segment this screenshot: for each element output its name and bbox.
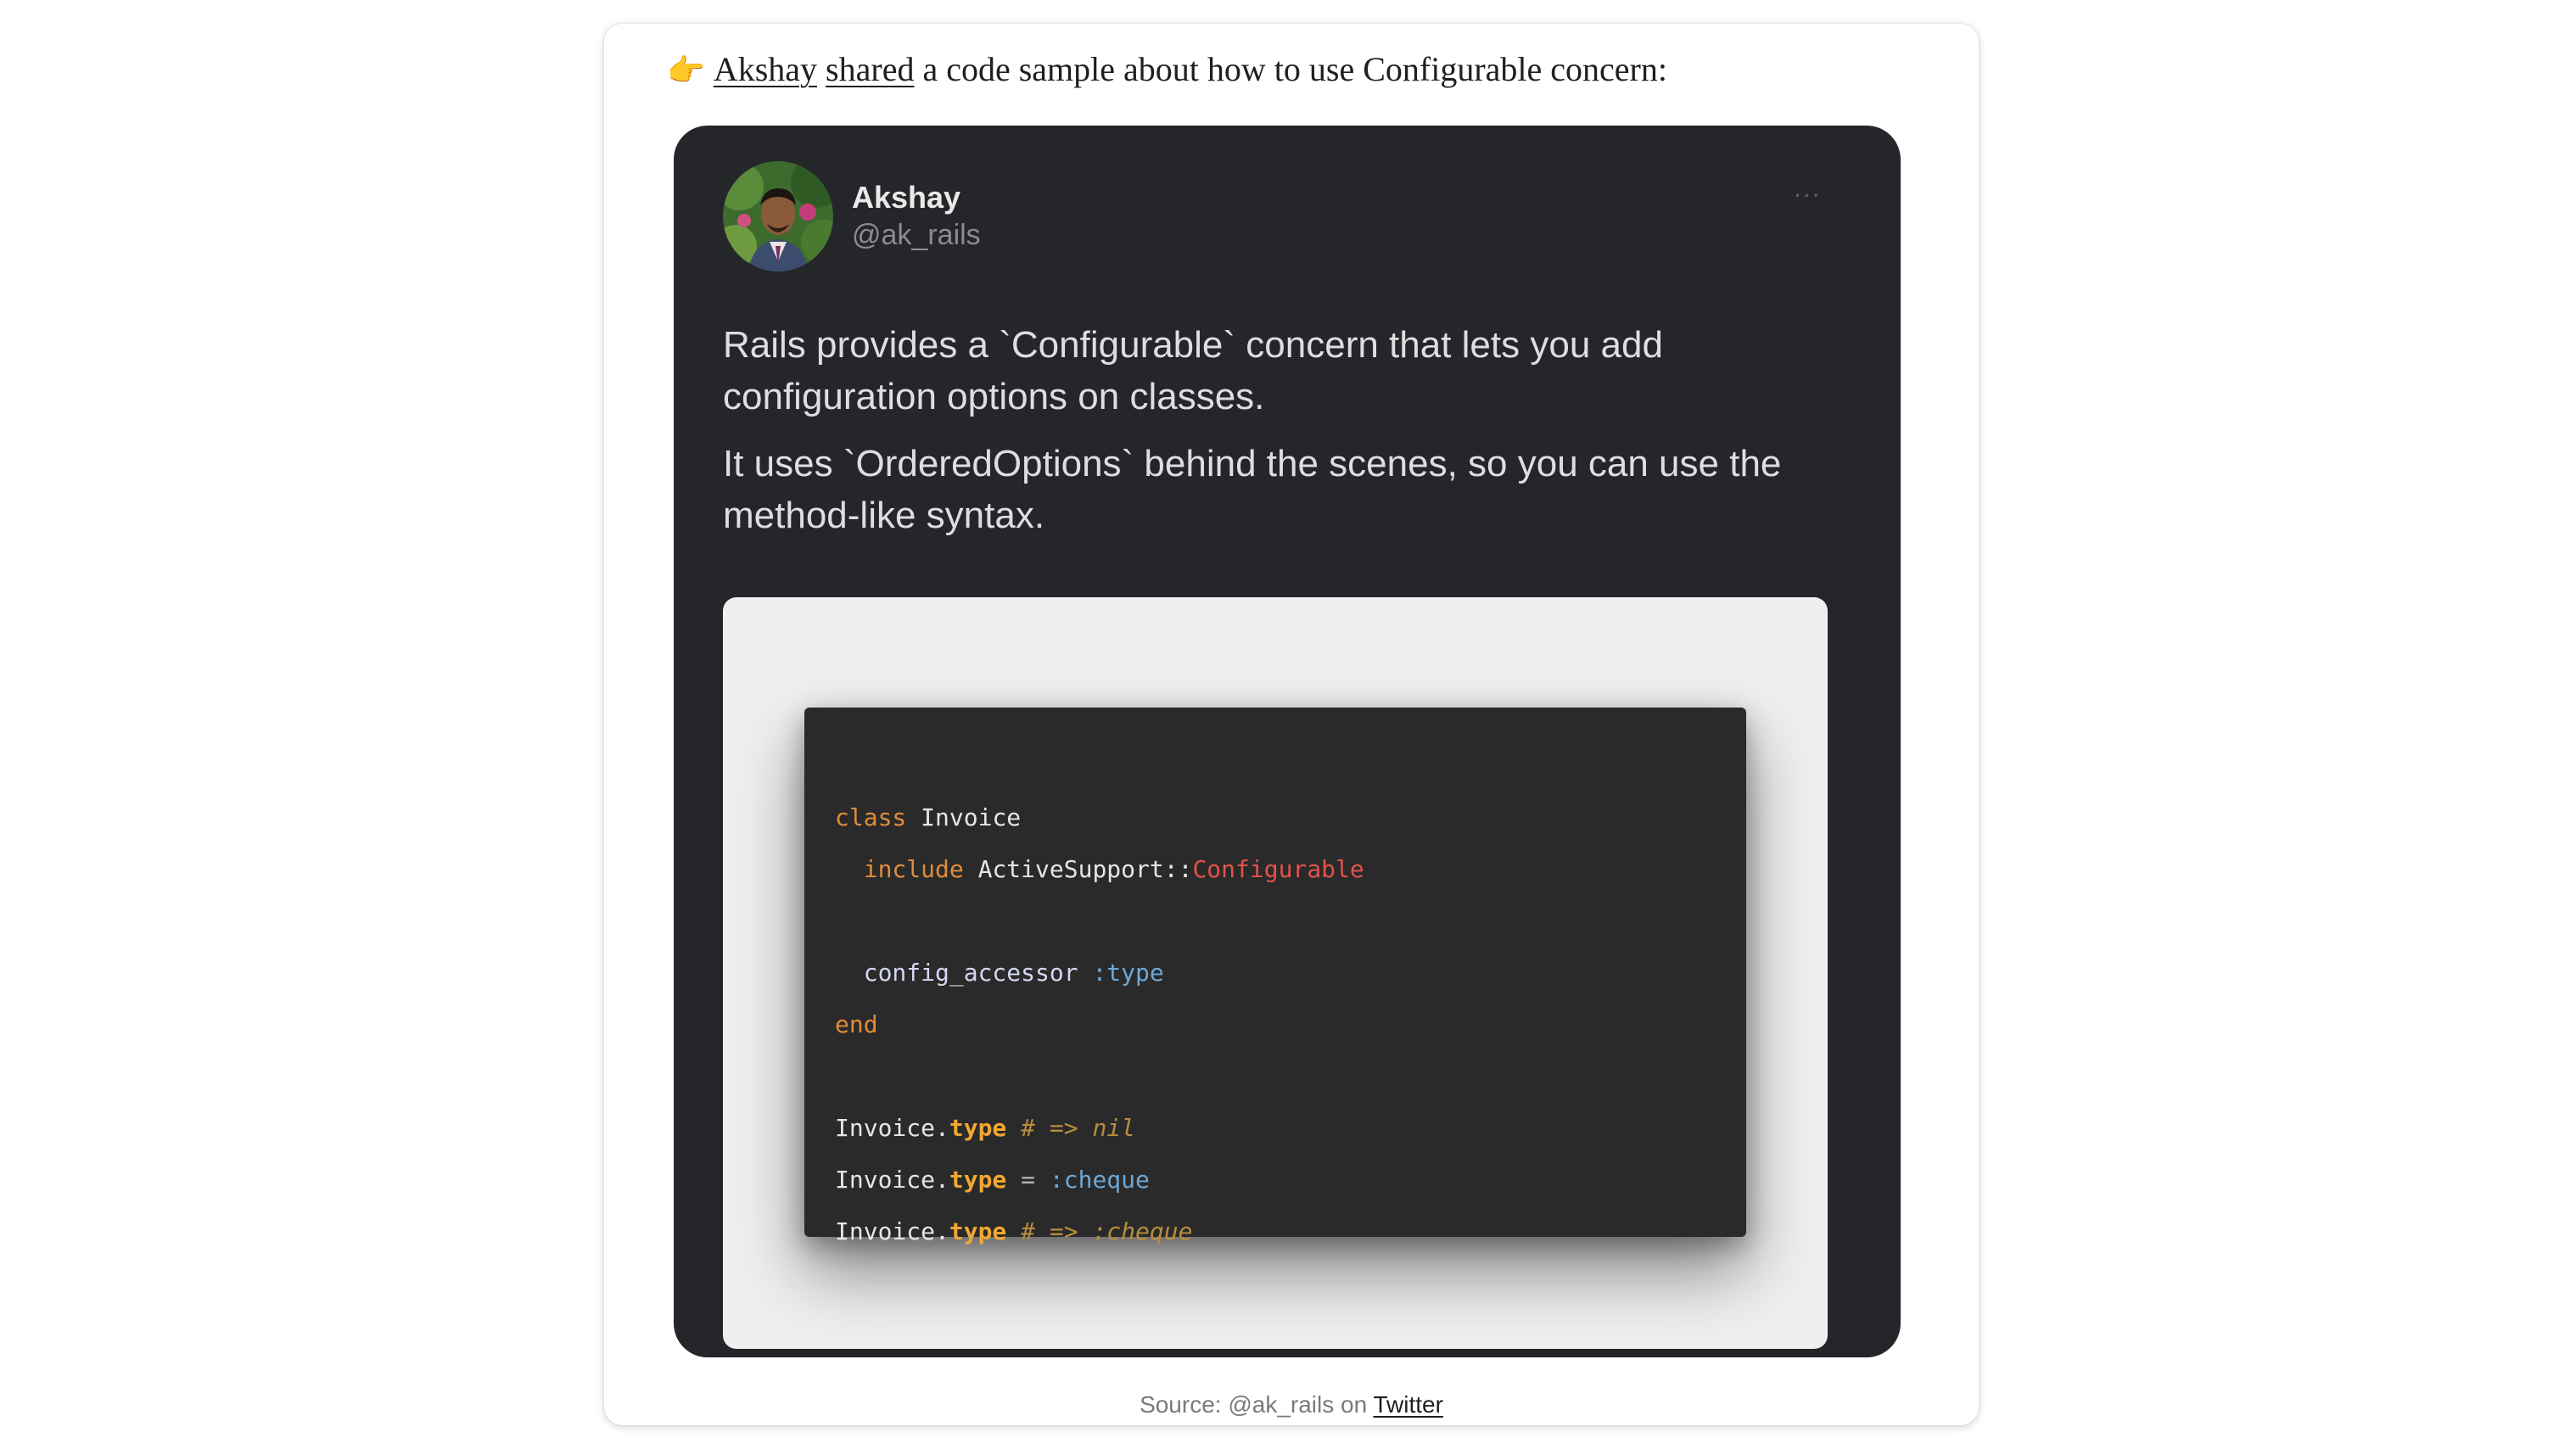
shared-link[interactable]: shared	[826, 50, 914, 88]
tweet-media-image[interactable]: class Invoice include ActiveSupport::Con…	[723, 597, 1828, 1349]
code-line: include ActiveSupport::Configurable	[863, 855, 1364, 883]
source-prefix: Source: @ak_rails on	[1140, 1391, 1374, 1418]
source-caption: Source: @ak_rails on Twitter	[604, 1391, 1979, 1418]
tweet-paragraph: It uses `OrderedOptions` behind the scen…	[723, 443, 1782, 536]
author-handle[interactable]: @ak_rails	[852, 219, 981, 252]
twitter-link[interactable]: Twitter	[1373, 1391, 1442, 1418]
code-line: class Invoice	[835, 803, 1022, 831]
code-line: Invoice.type # => :cheque	[835, 1217, 1193, 1245]
author-name[interactable]: Akshay	[852, 180, 960, 215]
intro-text: 👉 Akshay shared a code sample about how t…	[667, 36, 1667, 104]
more-options-icon[interactable]: ···	[1794, 182, 1822, 210]
pointing-hand-icon: 👉	[667, 53, 705, 88]
tweet-embed: Akshay @ak_rails ··· Rails provides a `C…	[674, 126, 1901, 1357]
avatar[interactable]	[723, 161, 833, 271]
tweet-body: Rails provides a `Configurable` concern …	[723, 319, 1860, 557]
code-line: config_accessor :type	[863, 959, 1164, 987]
intro-rest: a code sample about how to use Configura…	[914, 50, 1667, 88]
code-line: Invoice.type # => nil	[835, 1114, 1136, 1142]
code-line: Invoice.type = :cheque	[835, 1166, 1150, 1194]
author-link[interactable]: Akshay	[714, 50, 817, 88]
code-block: class Invoice include ActiveSupport::Con…	[835, 740, 1364, 1349]
code-window: class Invoice include ActiveSupport::Con…	[804, 708, 1746, 1245]
tweet-paragraph: Rails provides a `Configurable` concern …	[723, 324, 1663, 417]
article-card: 👉 Akshay shared a code sample about how t…	[604, 24, 1979, 1425]
code-line: end	[835, 1010, 878, 1038]
